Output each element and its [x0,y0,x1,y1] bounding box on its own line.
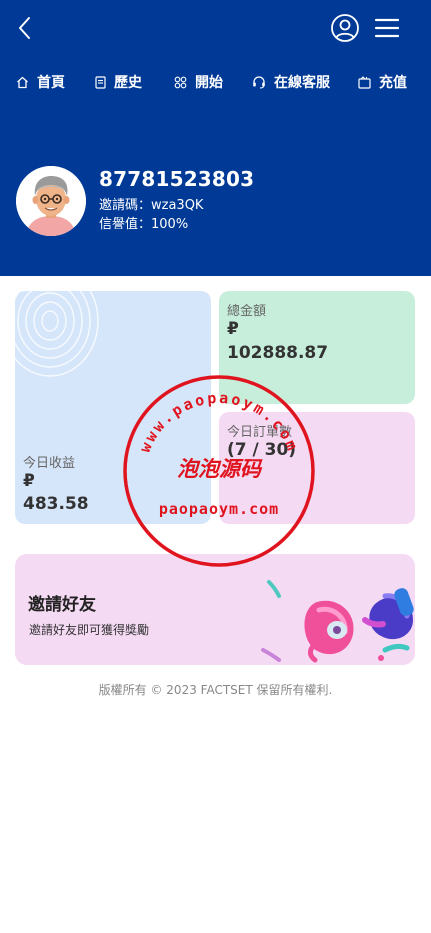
recharge-icon [358,75,371,89]
headset-icon [253,76,265,89]
footer-copyright: 版權所有 © 2023 FACTSET 保留所有權利. [98,683,333,697]
back-button[interactable] [14,14,38,42]
start-grid-icon [174,76,187,88]
avatar-illustration-icon [16,166,86,236]
nav-item-recharge[interactable]: 充值 [358,68,407,96]
credit-score: 信譽值：100% [99,217,189,232]
ripple-decoration-icon [15,291,99,377]
total-currency: ₽ [227,319,239,339]
history-icon [95,75,106,89]
nav-label-start: 開始 [195,75,223,91]
nav-item-start[interactable]: 開始 [174,68,223,96]
income-value: 483.58 [23,494,89,514]
watermark-bottom-text: paopaoym.com [159,500,279,518]
nav-label-recharge: 充值 [379,75,407,91]
invite-title: 邀請好友 [28,595,96,615]
invite-desc: 邀請好友即可獲得獎勵 [29,623,150,637]
invite-illustration-icon [261,580,414,663]
watermark-center-text: 泡泡源码 [177,456,263,481]
header: 首頁 歷史 開始 在線客服 充值 87781523803 邀請碼：wza3QK … [0,0,431,276]
nav-label-support: 在線客服 [274,75,330,91]
hamburger-menu-icon [374,18,400,38]
top-bar [0,0,431,56]
invite-friends-card[interactable]: 邀請好友 邀請好友即可獲得獎勵 [15,554,415,665]
avatar[interactable] [16,166,86,236]
income-label: 今日收益 [23,456,76,471]
watermark-stamp: www.paopaoym.com 泡泡源码 paopaoym.com [123,375,315,567]
chevron-left-icon [19,17,30,39]
income-currency: ₽ [23,471,35,491]
nav-label-history: 歷史 [114,75,142,91]
total-label: 總金額 [227,304,267,319]
nav-item-history[interactable]: 歷史 [95,68,142,96]
total-value: 102888.87 [227,343,329,363]
nav-label-home: 首頁 [37,75,65,91]
nav-item-support[interactable]: 在線客服 [252,68,330,96]
user-circle-icon [331,14,359,42]
menu-button[interactable] [374,15,400,41]
account-button[interactable] [330,13,360,43]
invite-code: 邀請碼：wza3QK [99,198,204,213]
nav-item-home[interactable]: 首頁 [16,68,65,96]
nav-bar: 首頁 歷史 開始 在線客服 充值 [0,68,431,96]
home-icon [17,76,28,88]
user-phone: 87781523803 [99,167,255,191]
